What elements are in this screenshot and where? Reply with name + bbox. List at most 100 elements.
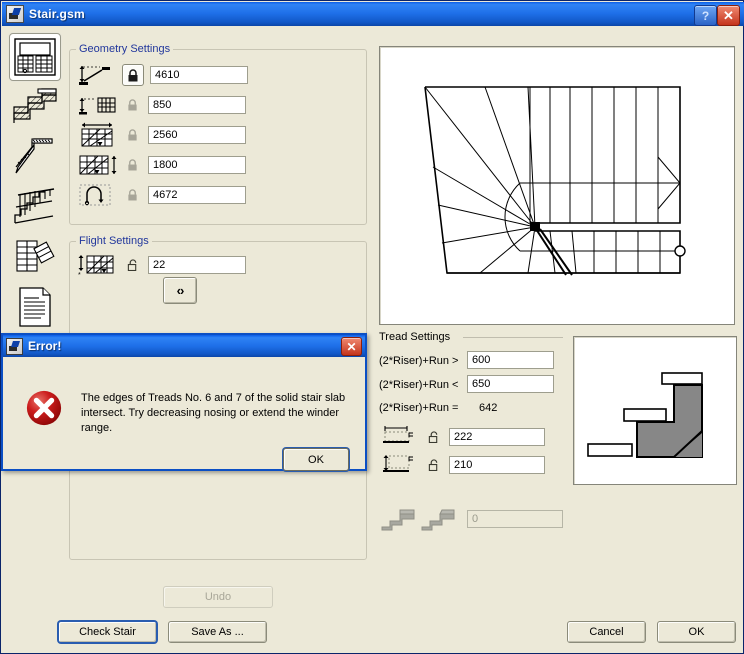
padlock-closed-icon: [128, 68, 138, 81]
undo-button: Undo: [163, 586, 273, 608]
close-label: ✕: [723, 8, 734, 23]
window-title: Stair.gsm: [29, 7, 85, 21]
padlock-closed-icon: [127, 99, 137, 111]
flight-legend: Flight Settings: [76, 235, 152, 247]
padlock-closed-icon: [127, 129, 137, 141]
help-label: ?: [701, 8, 710, 23]
error-ok-button[interactable]: OK: [283, 448, 349, 471]
padlock-closed-icon: [127, 159, 137, 171]
rule-actual-value: 642: [479, 402, 498, 414]
stair-detail-drawing: [587, 372, 703, 458]
field-nosing: [467, 510, 563, 528]
tread-riser-icon: [379, 452, 419, 478]
rule-actual-label: (2*Riser)+Run =: [379, 402, 459, 414]
stair-width-icon: [78, 122, 118, 148]
geometry-row-walkline: [78, 182, 246, 208]
nosing-row: [379, 506, 563, 532]
undo-label: Undo: [204, 591, 232, 603]
walking-line-icon: [78, 182, 118, 208]
check-stair-button[interactable]: Check Stair: [58, 621, 157, 643]
cancel-label: Cancel: [589, 626, 624, 638]
field-walking-line[interactable]: [148, 186, 246, 204]
stair-nosing-a-icon[interactable]: [379, 506, 419, 532]
field-stair-depth[interactable]: [148, 156, 246, 174]
sidebar-item-winder-settings[interactable]: [9, 233, 61, 281]
geometry-legend: Geometry Settings: [76, 43, 174, 55]
close-icon[interactable]: ✕: [717, 5, 740, 26]
ok-button[interactable]: OK: [657, 621, 736, 643]
error-message: The edges of Treads No. 6 and 7 of the s…: [81, 392, 346, 434]
sidebar-item-stringer-profile[interactable]: [9, 133, 61, 181]
tread-settings-title: Tread Settings: [379, 331, 451, 343]
field-stair-height[interactable]: [150, 66, 248, 84]
rule-min-label: (2*Riser)+Run >: [379, 355, 459, 367]
sidebar-item-railing-settings[interactable]: [9, 183, 61, 231]
error-close-icon[interactable]: ✕: [341, 337, 362, 356]
padlock-open-icon: [428, 459, 437, 471]
window-titlebar: Stair.gsm ? ✕: [2, 2, 744, 26]
save-as-button[interactable]: Save As ...: [168, 621, 267, 643]
document-icon: [19, 287, 51, 327]
stair-plan-drawing: [424, 86, 686, 276]
tread-row-run: [379, 424, 545, 450]
error-dialog-titlebar: Error! ✕: [3, 335, 365, 357]
lock-icon-riser[interactable]: [423, 455, 443, 475]
stringer-profile-icon: [15, 138, 53, 174]
rule-max-label: (2*Riser)+Run <: [379, 379, 459, 391]
stair-plan-preview: [379, 46, 735, 325]
ok-label: OK: [688, 626, 705, 638]
error-ok-label: OK: [308, 453, 324, 466]
flight-nav-button[interactable]: ‹›: [163, 277, 197, 304]
sidebar-item-listing-document[interactable]: [9, 283, 61, 331]
lock-icon-walkline[interactable]: [122, 185, 142, 205]
tread-settings-divider: [463, 337, 563, 338]
padlock-open-icon: [127, 259, 136, 271]
stair-app-icon: [6, 5, 24, 23]
padlock-closed-icon: [127, 189, 137, 201]
stair-app-icon: [6, 337, 23, 355]
error-dialog-body: The edges of Treads No. 6 and 7 of the s…: [3, 357, 365, 471]
error-dialog: Error! ✕ The edges of Treads No. 6 and 7…: [1, 333, 367, 471]
cancel-button[interactable]: Cancel: [567, 621, 646, 643]
flight-risers-icon: *: [78, 252, 118, 278]
error-dialog-title: Error!: [28, 339, 62, 353]
field-tread-riser[interactable]: [449, 456, 545, 474]
padlock-open-icon: [428, 431, 437, 443]
lock-icon-depth[interactable]: [122, 155, 142, 175]
tread-row-riser: [379, 452, 545, 478]
stair-height-icon: [78, 62, 118, 88]
flight-nav-label: ‹›: [176, 283, 185, 298]
winder-treads-icon: [16, 240, 55, 272]
flight-row-risers: *: [78, 252, 246, 278]
svg-text:*: *: [78, 272, 81, 278]
field-rule-min[interactable]: [467, 351, 554, 369]
geometry-row-height: [78, 62, 248, 88]
field-tread-run[interactable]: [449, 428, 545, 446]
field-rule-max[interactable]: [467, 375, 554, 393]
lock-icon-height[interactable]: [122, 64, 144, 86]
view-mode-sidebar: [9, 33, 63, 333]
error-close-label: ✕: [346, 339, 357, 354]
stair-nosing-b-icon[interactable]: [419, 506, 459, 532]
tread-run-icon: [379, 424, 419, 450]
field-headroom[interactable]: [148, 96, 246, 114]
lock-icon-run[interactable]: [423, 427, 443, 447]
sidebar-item-plan-view[interactable]: [9, 33, 61, 81]
lock-icon-headroom[interactable]: [122, 95, 142, 115]
railing-icon: [14, 188, 55, 224]
sidebar-item-section-view[interactable]: [9, 83, 61, 131]
field-stair-width[interactable]: [148, 126, 246, 144]
field-riser-count[interactable]: [148, 256, 246, 274]
stair-depth-icon: [78, 152, 118, 178]
plan-view-icon: [14, 38, 56, 76]
geometry-row-headroom: [78, 92, 246, 118]
lock-icon-width[interactable]: [122, 125, 142, 145]
help-button[interactable]: ?: [694, 5, 717, 26]
stair-headroom-icon: [78, 92, 118, 118]
geometry-settings-group: Geometry Settings: [69, 43, 367, 225]
stair-settings-window: Stair.gsm ? ✕ Geometry Settings 4610 850…: [0, 0, 744, 654]
lock-icon-flight[interactable]: [122, 255, 142, 275]
geometry-row-width: [78, 122, 246, 148]
save-as-label: Save As ...: [191, 626, 244, 638]
stair-detail-preview: [573, 336, 737, 485]
